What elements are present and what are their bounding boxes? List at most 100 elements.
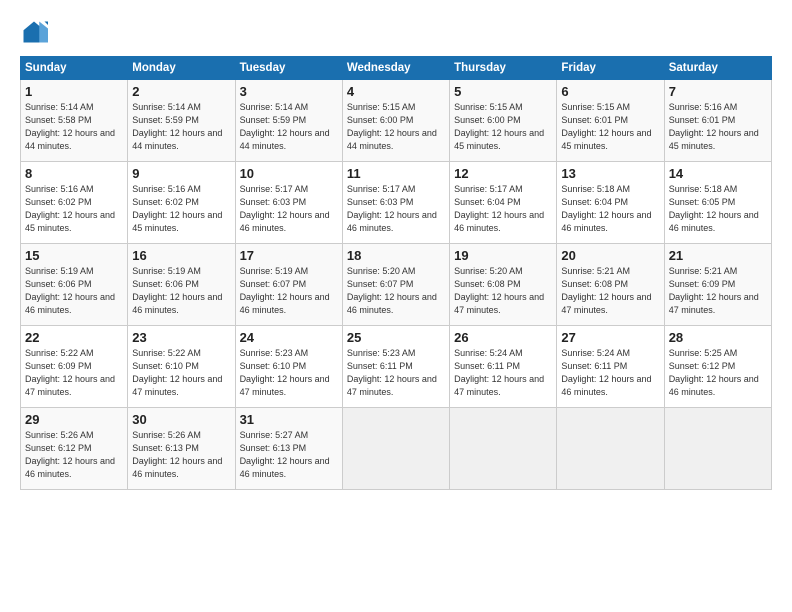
calendar-day-cell [557, 408, 664, 490]
calendar-day-cell: 21 Sunrise: 5:21 AMSunset: 6:09 PMDaylig… [664, 244, 771, 326]
day-number: 19 [454, 248, 552, 263]
day-number: 1 [25, 84, 123, 99]
day-info: Sunrise: 5:15 AMSunset: 6:00 PMDaylight:… [347, 102, 437, 151]
day-number: 31 [240, 412, 338, 427]
calendar-day-cell: 12 Sunrise: 5:17 AMSunset: 6:04 PMDaylig… [450, 162, 557, 244]
logo [20, 18, 52, 46]
calendar-header: SundayMondayTuesdayWednesdayThursdayFrid… [21, 57, 772, 80]
day-info: Sunrise: 5:19 AMSunset: 6:06 PMDaylight:… [132, 266, 222, 315]
calendar-day-cell: 2 Sunrise: 5:14 AMSunset: 5:59 PMDayligh… [128, 80, 235, 162]
day-info: Sunrise: 5:27 AMSunset: 6:13 PMDaylight:… [240, 430, 330, 479]
weekday-header: Friday [557, 57, 664, 80]
calendar-day-cell: 4 Sunrise: 5:15 AMSunset: 6:00 PMDayligh… [342, 80, 449, 162]
calendar-day-cell: 22 Sunrise: 5:22 AMSunset: 6:09 PMDaylig… [21, 326, 128, 408]
day-info: Sunrise: 5:17 AMSunset: 6:03 PMDaylight:… [347, 184, 437, 233]
day-info: Sunrise: 5:21 AMSunset: 6:09 PMDaylight:… [669, 266, 759, 315]
day-info: Sunrise: 5:22 AMSunset: 6:10 PMDaylight:… [132, 348, 222, 397]
day-info: Sunrise: 5:15 AMSunset: 6:01 PMDaylight:… [561, 102, 651, 151]
day-number: 28 [669, 330, 767, 345]
calendar-day-cell: 27 Sunrise: 5:24 AMSunset: 6:11 PMDaylig… [557, 326, 664, 408]
calendar-day-cell: 1 Sunrise: 5:14 AMSunset: 5:58 PMDayligh… [21, 80, 128, 162]
day-number: 5 [454, 84, 552, 99]
day-number: 27 [561, 330, 659, 345]
calendar-day-cell: 19 Sunrise: 5:20 AMSunset: 6:08 PMDaylig… [450, 244, 557, 326]
day-info: Sunrise: 5:15 AMSunset: 6:00 PMDaylight:… [454, 102, 544, 151]
day-info: Sunrise: 5:23 AMSunset: 6:11 PMDaylight:… [347, 348, 437, 397]
calendar-day-cell: 6 Sunrise: 5:15 AMSunset: 6:01 PMDayligh… [557, 80, 664, 162]
day-number: 4 [347, 84, 445, 99]
calendar-week-row: 1 Sunrise: 5:14 AMSunset: 5:58 PMDayligh… [21, 80, 772, 162]
calendar-week-row: 22 Sunrise: 5:22 AMSunset: 6:09 PMDaylig… [21, 326, 772, 408]
day-info: Sunrise: 5:17 AMSunset: 6:04 PMDaylight:… [454, 184, 544, 233]
calendar-day-cell: 25 Sunrise: 5:23 AMSunset: 6:11 PMDaylig… [342, 326, 449, 408]
calendar-day-cell: 5 Sunrise: 5:15 AMSunset: 6:00 PMDayligh… [450, 80, 557, 162]
day-number: 11 [347, 166, 445, 181]
weekday-header-row: SundayMondayTuesdayWednesdayThursdayFrid… [21, 57, 772, 80]
calendar-day-cell: 3 Sunrise: 5:14 AMSunset: 5:59 PMDayligh… [235, 80, 342, 162]
calendar-week-row: 15 Sunrise: 5:19 AMSunset: 6:06 PMDaylig… [21, 244, 772, 326]
day-number: 25 [347, 330, 445, 345]
calendar-day-cell: 31 Sunrise: 5:27 AMSunset: 6:13 PMDaylig… [235, 408, 342, 490]
day-number: 7 [669, 84, 767, 99]
day-info: Sunrise: 5:22 AMSunset: 6:09 PMDaylight:… [25, 348, 115, 397]
day-number: 23 [132, 330, 230, 345]
day-info: Sunrise: 5:26 AMSunset: 6:13 PMDaylight:… [132, 430, 222, 479]
day-number: 22 [25, 330, 123, 345]
day-info: Sunrise: 5:18 AMSunset: 6:05 PMDaylight:… [669, 184, 759, 233]
calendar-day-cell: 7 Sunrise: 5:16 AMSunset: 6:01 PMDayligh… [664, 80, 771, 162]
calendar-day-cell: 8 Sunrise: 5:16 AMSunset: 6:02 PMDayligh… [21, 162, 128, 244]
calendar-day-cell: 30 Sunrise: 5:26 AMSunset: 6:13 PMDaylig… [128, 408, 235, 490]
day-info: Sunrise: 5:20 AMSunset: 6:08 PMDaylight:… [454, 266, 544, 315]
day-number: 30 [132, 412, 230, 427]
day-info: Sunrise: 5:18 AMSunset: 6:04 PMDaylight:… [561, 184, 651, 233]
calendar-day-cell: 29 Sunrise: 5:26 AMSunset: 6:12 PMDaylig… [21, 408, 128, 490]
calendar-day-cell: 17 Sunrise: 5:19 AMSunset: 6:07 PMDaylig… [235, 244, 342, 326]
day-info: Sunrise: 5:16 AMSunset: 6:02 PMDaylight:… [132, 184, 222, 233]
calendar-page: SundayMondayTuesdayWednesdayThursdayFrid… [0, 0, 792, 612]
day-number: 21 [669, 248, 767, 263]
calendar-day-cell: 18 Sunrise: 5:20 AMSunset: 6:07 PMDaylig… [342, 244, 449, 326]
logo-icon [20, 18, 48, 46]
day-number: 9 [132, 166, 230, 181]
calendar-day-cell: 15 Sunrise: 5:19 AMSunset: 6:06 PMDaylig… [21, 244, 128, 326]
weekday-header: Monday [128, 57, 235, 80]
day-info: Sunrise: 5:14 AMSunset: 5:59 PMDaylight:… [240, 102, 330, 151]
calendar-week-row: 29 Sunrise: 5:26 AMSunset: 6:12 PMDaylig… [21, 408, 772, 490]
day-info: Sunrise: 5:23 AMSunset: 6:10 PMDaylight:… [240, 348, 330, 397]
day-info: Sunrise: 5:21 AMSunset: 6:08 PMDaylight:… [561, 266, 651, 315]
day-info: Sunrise: 5:25 AMSunset: 6:12 PMDaylight:… [669, 348, 759, 397]
calendar-day-cell [342, 408, 449, 490]
day-info: Sunrise: 5:14 AMSunset: 5:59 PMDaylight:… [132, 102, 222, 151]
day-number: 13 [561, 166, 659, 181]
day-number: 2 [132, 84, 230, 99]
day-number: 20 [561, 248, 659, 263]
day-info: Sunrise: 5:14 AMSunset: 5:58 PMDaylight:… [25, 102, 115, 151]
day-info: Sunrise: 5:16 AMSunset: 6:02 PMDaylight:… [25, 184, 115, 233]
day-info: Sunrise: 5:20 AMSunset: 6:07 PMDaylight:… [347, 266, 437, 315]
day-number: 17 [240, 248, 338, 263]
calendar-table: SundayMondayTuesdayWednesdayThursdayFrid… [20, 56, 772, 490]
header [20, 18, 772, 46]
day-number: 6 [561, 84, 659, 99]
calendar-body: 1 Sunrise: 5:14 AMSunset: 5:58 PMDayligh… [21, 80, 772, 490]
day-number: 10 [240, 166, 338, 181]
calendar-day-cell: 24 Sunrise: 5:23 AMSunset: 6:10 PMDaylig… [235, 326, 342, 408]
day-number: 16 [132, 248, 230, 263]
day-info: Sunrise: 5:16 AMSunset: 6:01 PMDaylight:… [669, 102, 759, 151]
calendar-day-cell: 20 Sunrise: 5:21 AMSunset: 6:08 PMDaylig… [557, 244, 664, 326]
day-number: 3 [240, 84, 338, 99]
calendar-day-cell: 11 Sunrise: 5:17 AMSunset: 6:03 PMDaylig… [342, 162, 449, 244]
day-number: 24 [240, 330, 338, 345]
calendar-day-cell: 14 Sunrise: 5:18 AMSunset: 6:05 PMDaylig… [664, 162, 771, 244]
calendar-day-cell: 16 Sunrise: 5:19 AMSunset: 6:06 PMDaylig… [128, 244, 235, 326]
day-number: 15 [25, 248, 123, 263]
day-info: Sunrise: 5:17 AMSunset: 6:03 PMDaylight:… [240, 184, 330, 233]
day-number: 18 [347, 248, 445, 263]
weekday-header: Thursday [450, 57, 557, 80]
day-info: Sunrise: 5:24 AMSunset: 6:11 PMDaylight:… [454, 348, 544, 397]
calendar-day-cell: 13 Sunrise: 5:18 AMSunset: 6:04 PMDaylig… [557, 162, 664, 244]
day-number: 14 [669, 166, 767, 181]
calendar-day-cell: 9 Sunrise: 5:16 AMSunset: 6:02 PMDayligh… [128, 162, 235, 244]
day-info: Sunrise: 5:19 AMSunset: 6:07 PMDaylight:… [240, 266, 330, 315]
calendar-day-cell [450, 408, 557, 490]
